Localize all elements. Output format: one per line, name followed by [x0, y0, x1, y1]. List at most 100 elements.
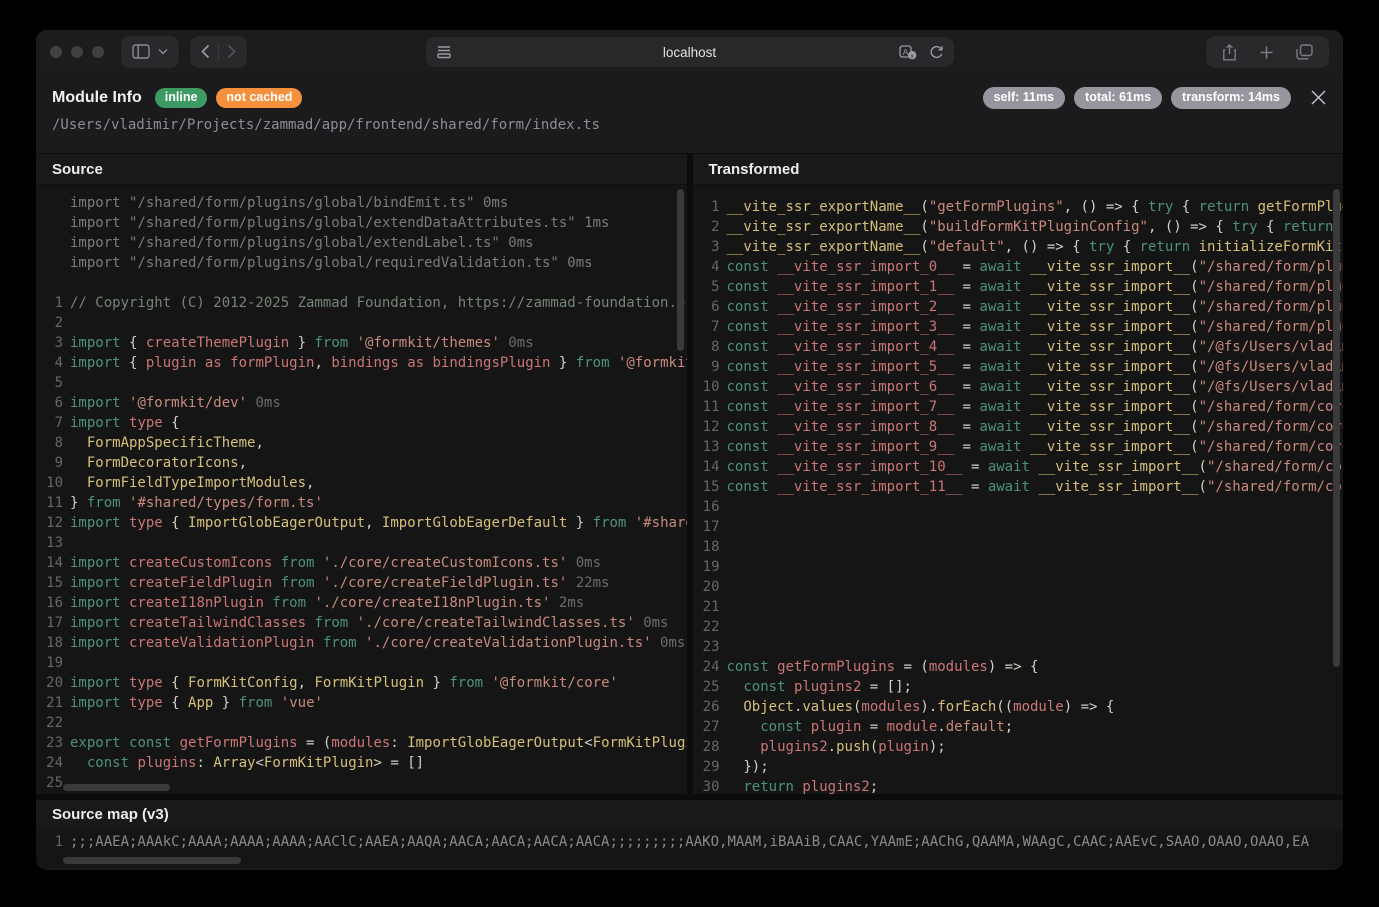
- code-line: 10const __vite_ssr_import_6__ = await __…: [693, 377, 1344, 397]
- code-line: import "/shared/form/plugins/global/requ…: [36, 253, 687, 273]
- transformed-vertical-scrollbar[interactable]: [1333, 189, 1340, 667]
- code-line: 15import createFieldPlugin from './core/…: [36, 573, 687, 593]
- sidebar-icon: [132, 44, 150, 59]
- code-line: 11const __vite_ssr_import_7__ = await __…: [693, 397, 1344, 417]
- source-panel-title: Source: [36, 154, 687, 185]
- code-line: 16import createI18nPlugin from './core/c…: [36, 593, 687, 613]
- sidebar-toggle[interactable]: [121, 36, 179, 68]
- translate-button[interactable]: A x: [899, 45, 917, 60]
- code-line: 19: [36, 653, 687, 673]
- code-line: 9 FormDecoratorIcons,: [36, 453, 687, 473]
- code-line: 7import type {: [36, 413, 687, 433]
- source-pane[interactable]: import "/shared/form/plugins/global/bind…: [36, 185, 687, 794]
- chevron-down-icon: [158, 48, 168, 55]
- new-tab-button[interactable]: [1259, 45, 1274, 60]
- nav-divider: [218, 44, 219, 60]
- url-text: localhost: [426, 45, 954, 60]
- transformed-code: 1__vite_ssr_exportName__("getFormPlugins…: [693, 185, 1344, 794]
- address-bar[interactable]: localhost A x: [426, 37, 954, 67]
- code-line: 22: [693, 617, 1344, 637]
- code-line: 7const __vite_ssr_import_3__ = await __v…: [693, 317, 1344, 337]
- toolbar-right: [1206, 36, 1329, 68]
- code-line: 14const __vite_ssr_import_10__ = await _…: [693, 457, 1344, 477]
- source-code: import "/shared/form/plugins/global/bind…: [36, 185, 687, 793]
- back-button[interactable]: [201, 44, 210, 59]
- code-line: 19: [693, 557, 1344, 577]
- code-line: 20: [693, 577, 1344, 597]
- nav-buttons: [190, 36, 247, 68]
- source-panel: Source import "/shared/form/plugins/glob…: [36, 154, 687, 794]
- code-line: 28 plugins2.push(plugin);: [693, 737, 1344, 757]
- status-badge-not-cached: not cached: [216, 88, 302, 108]
- svg-text:x: x: [910, 54, 913, 60]
- sourcemap-code: 1;;;AAEA;AAAkC;AAAA;AAAA;AAAA;AAClC;AAEA…: [36, 832, 1343, 852]
- code-line: 13const __vite_ssr_import_9__ = await __…: [693, 437, 1344, 457]
- metric-self: self: 11ms: [983, 87, 1065, 109]
- code-line: 14import createCustomIcons from './core/…: [36, 553, 687, 573]
- code-line: import "/shared/form/plugins/global/exte…: [36, 233, 687, 253]
- code-line: 20import type { FormKitConfig, FormKitPl…: [36, 673, 687, 693]
- window-close-button[interactable]: [50, 46, 62, 58]
- code-line: 17import createTailwindClasses from './c…: [36, 613, 687, 633]
- code-line: 5: [36, 373, 687, 393]
- code-line: 21import type { App } from 'vue': [36, 693, 687, 713]
- sourcemap-title: Source map (v3): [36, 800, 1343, 830]
- code-line: 9const __vite_ssr_import_5__ = await __v…: [693, 357, 1344, 377]
- code-line: [36, 273, 687, 293]
- code-line: 12const __vite_ssr_import_8__ = await __…: [693, 417, 1344, 437]
- browser-window: localhost A x: [36, 30, 1343, 870]
- reload-button[interactable]: [929, 45, 944, 60]
- code-line: 22: [36, 713, 687, 733]
- code-line: 26 Object.values(modules).forEach((modul…: [693, 697, 1344, 717]
- code-line: 23export const getFormPlugins = (modules…: [36, 733, 687, 753]
- source-vertical-scrollbar[interactable]: [677, 189, 684, 351]
- window-zoom-button[interactable]: [92, 46, 104, 58]
- window-minimize-button[interactable]: [71, 46, 83, 58]
- code-line: 1;;;AAEA;AAAkC;AAAA;AAAA;AAAA;AAClC;AAEA…: [36, 832, 1343, 852]
- code-line: 13: [36, 533, 687, 553]
- code-line: 23: [693, 637, 1344, 657]
- code-line: 1__vite_ssr_exportName__("getFormPlugins…: [693, 197, 1344, 217]
- sourcemap-section: Source map (v3) 1;;;AAEA;AAAkC;AAAA;AAAA…: [36, 794, 1343, 869]
- code-line: 24 const plugins: Array<FormKitPlugin> =…: [36, 753, 687, 773]
- code-line: 16: [693, 497, 1344, 517]
- code-line: 6const __vite_ssr_import_2__ = await __v…: [693, 297, 1344, 317]
- code-line: 6import '@formkit/dev' 0ms: [36, 393, 687, 413]
- code-line: 4import { plugin as formPlugin, bindings…: [36, 353, 687, 373]
- module-file-path: /Users/vladimir/Projects/zammad/app/fron…: [52, 117, 1327, 133]
- browser-titlebar: localhost A x: [36, 30, 1343, 74]
- code-line: 11} from '#shared/types/form.ts': [36, 493, 687, 513]
- metric-transform: transform: 14ms: [1171, 87, 1291, 109]
- code-line: 17: [693, 517, 1344, 537]
- code-line: import "/shared/form/plugins/global/exte…: [36, 213, 687, 233]
- close-button[interactable]: [1310, 89, 1327, 106]
- transformed-panel-title: Transformed: [693, 154, 1344, 185]
- code-line: import "/shared/form/plugins/global/bind…: [36, 193, 687, 213]
- transformed-panel: Transformed 1__vite_ssr_exportName__("ge…: [693, 154, 1344, 794]
- code-line: 3import { createThemePlugin } from '@for…: [36, 333, 687, 353]
- code-line: 18import createValidationPlugin from './…: [36, 633, 687, 653]
- forward-button[interactable]: [227, 44, 236, 59]
- code-line: 18: [693, 537, 1344, 557]
- code-panels: Source import "/shared/form/plugins/glob…: [36, 154, 1343, 794]
- sourcemap-horizontal-scrollbar[interactable]: [63, 857, 241, 864]
- source-horizontal-scrollbar[interactable]: [63, 784, 170, 791]
- traffic-lights: [50, 46, 104, 58]
- code-line: 29 });: [693, 757, 1344, 777]
- svg-text:A: A: [902, 47, 908, 57]
- code-line: 2: [36, 313, 687, 333]
- transformed-pane[interactable]: 1__vite_ssr_exportName__("getFormPlugins…: [693, 185, 1344, 794]
- code-line: 8 FormAppSpecificTheme,: [36, 433, 687, 453]
- code-line: 5const __vite_ssr_import_1__ = await __v…: [693, 277, 1344, 297]
- status-badge-inline: inline: [155, 88, 208, 108]
- module-info-header: Module Info inline not cached self: 11ms…: [36, 74, 1343, 154]
- code-line: 1// Copyright (C) 2012-2025 Zammad Found…: [36, 293, 687, 313]
- code-line: 15const __vite_ssr_import_11__ = await _…: [693, 477, 1344, 497]
- code-line: 2__vite_ssr_exportName__("buildFormKitPl…: [693, 217, 1344, 237]
- share-button[interactable]: [1222, 44, 1237, 61]
- metric-total: total: 61ms: [1074, 87, 1162, 109]
- code-line: 30 return plugins2;: [693, 777, 1344, 794]
- code-line: 3__vite_ssr_exportName__("default", () =…: [693, 237, 1344, 257]
- code-line: 25 const plugins2 = [];: [693, 677, 1344, 697]
- tab-overview-button[interactable]: [1296, 44, 1313, 60]
